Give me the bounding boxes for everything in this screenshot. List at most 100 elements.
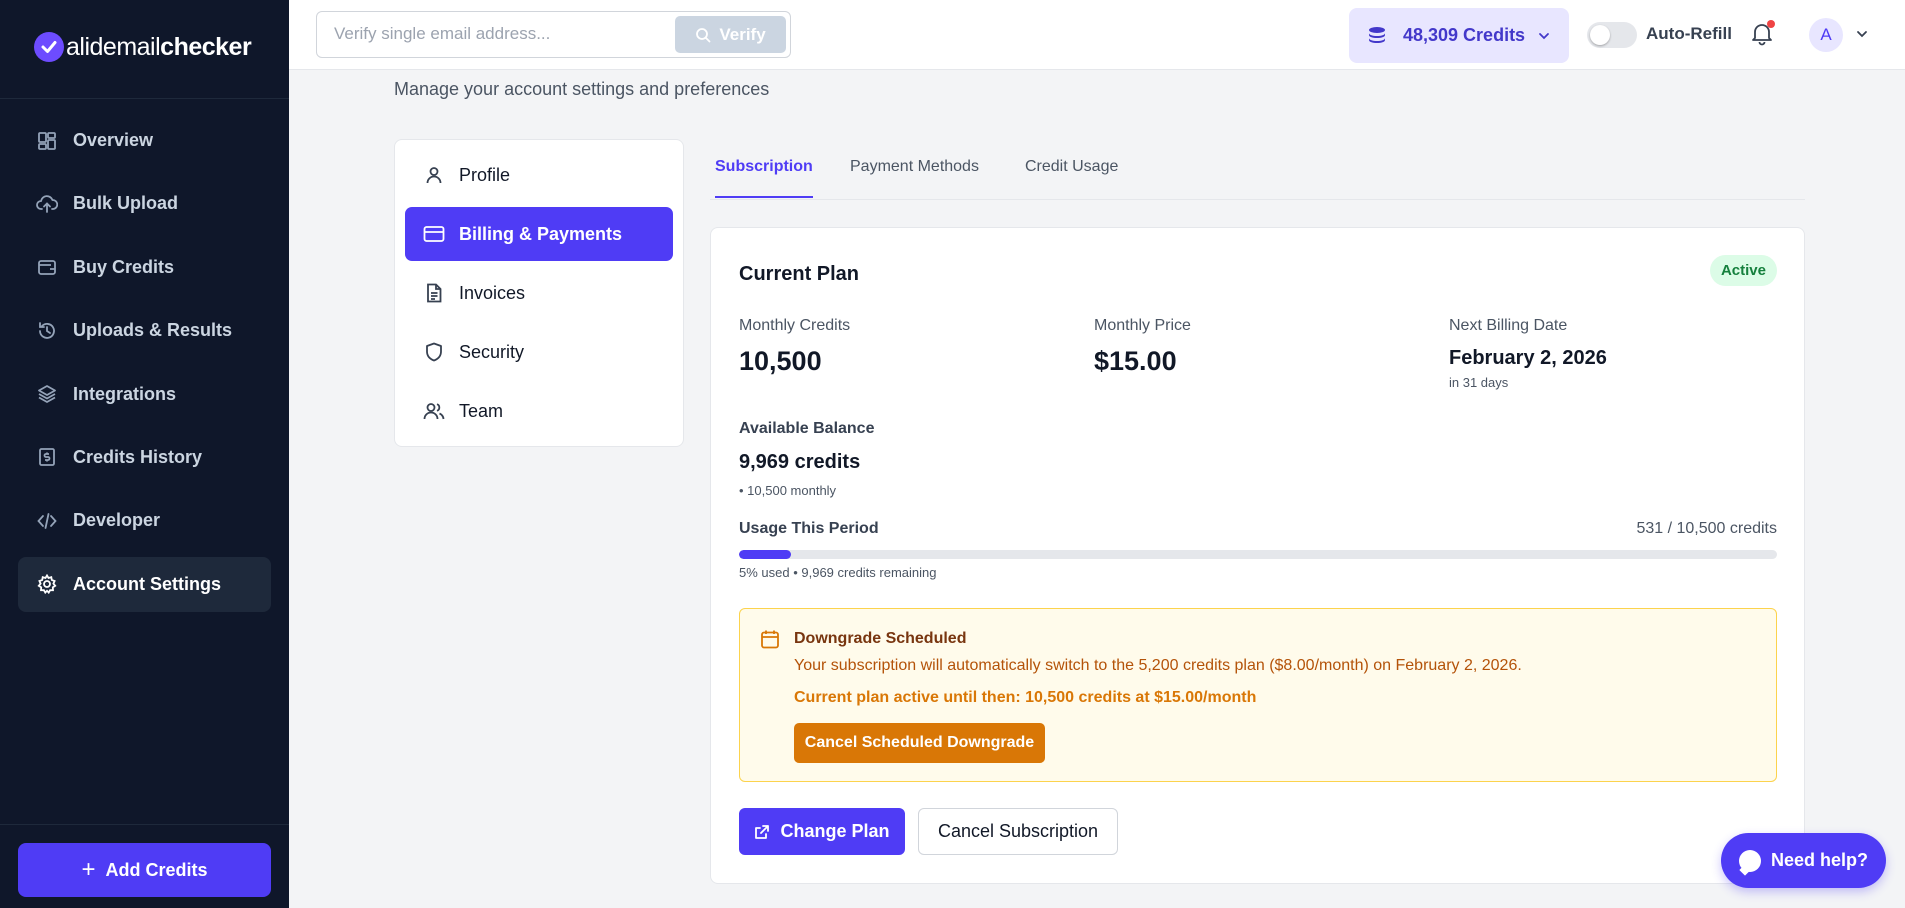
monthly-credits-value: 10,500 — [739, 346, 822, 376]
monthly-credits-label: Monthly Credits — [739, 317, 851, 334]
notification-dot — [1767, 20, 1775, 28]
next-billing-date: February 2, 2026 — [1449, 347, 1607, 369]
logo[interactable]: alidemail checker — [34, 32, 252, 62]
user-icon — [423, 164, 445, 186]
verify-button[interactable]: Verify — [675, 16, 786, 53]
usage-sub: 5% used • 9,969 credits remaining — [739, 565, 937, 580]
sidebar-item-bulk-upload[interactable]: Bulk Upload — [18, 176, 271, 231]
avatar[interactable]: A — [1809, 18, 1843, 52]
chat-bubble-icon — [1739, 849, 1761, 872]
auto-refill-toggle[interactable] — [1587, 22, 1637, 48]
settings-item-label: Team — [459, 400, 504, 421]
next-billing-label: Next Billing Date — [1449, 317, 1568, 334]
notifications-bell-icon[interactable] — [1749, 20, 1777, 48]
wallet-icon — [36, 256, 58, 278]
settings-item-billing[interactable]: Billing & Payments — [405, 207, 673, 261]
external-link-icon — [755, 824, 770, 839]
change-plan-button[interactable]: Change Plan — [739, 808, 905, 855]
sidebar-item-label: Integrations — [73, 383, 177, 404]
current-plan-card: Current Plan Active Monthly Credits 10,5… — [710, 227, 1805, 884]
credits-balance: 48,309 Credits — [1403, 25, 1526, 45]
add-credits-button[interactable]: + Add Credits — [18, 843, 271, 897]
page-subtitle: Manage your account settings and prefere… — [394, 79, 770, 99]
cancel-subscription-button[interactable]: Cancel Subscription — [918, 808, 1118, 855]
sidebar-divider — [0, 824, 289, 825]
usage-count: 531 / 10,500 credits — [1636, 520, 1777, 537]
receipt-icon — [36, 446, 58, 468]
settings-item-label: Invoices — [459, 282, 526, 303]
tab-credit-usage[interactable]: Credit Usage — [1025, 158, 1118, 196]
sidebar-item-uploads-results[interactable]: Uploads & Results — [18, 303, 271, 358]
card-title: Current Plan — [739, 263, 860, 285]
help-label: Need help? — [1771, 850, 1869, 870]
code-icon — [36, 510, 58, 532]
billing-tabs: Subscription Payment Methods Credit Usag… — [710, 150, 1805, 200]
settings-item-invoices[interactable]: Invoices — [405, 266, 673, 320]
alert-text: Your subscription will automatically swi… — [794, 657, 1522, 674]
email-verify-input[interactable] — [334, 24, 664, 44]
usage-progress-fill — [739, 550, 791, 559]
calendar-icon — [761, 630, 779, 649]
sidebar-divider — [0, 98, 289, 99]
sidebar-item-label: Buy Credits — [73, 256, 175, 277]
tab-subscription[interactable]: Subscription — [715, 158, 813, 198]
search-icon — [696, 27, 711, 42]
settings-item-team[interactable]: Team — [405, 384, 673, 438]
sidebar-item-account-settings[interactable]: Account Settings — [18, 556, 271, 612]
settings-item-label: Profile — [459, 164, 511, 185]
layers-icon — [36, 383, 58, 405]
change-plan-label: Change Plan — [780, 821, 890, 841]
add-credits-label: Add Credits — [105, 859, 208, 880]
balance-sub: • 10,500 monthly — [739, 483, 837, 498]
gear-icon — [36, 573, 58, 595]
balance-label: Available Balance — [739, 420, 875, 437]
history-icon — [36, 320, 58, 342]
sidebar-item-overview[interactable]: Overview — [18, 113, 271, 168]
balance-value: 9,969 credits — [739, 451, 861, 473]
sidebar-item-label: Bulk Upload — [73, 193, 179, 214]
usage-label: Usage This Period — [739, 520, 879, 537]
status-badge: Active — [1709, 255, 1777, 286]
sidebar-item-label: Account Settings — [73, 573, 222, 594]
search-box: Verify — [316, 11, 791, 58]
checkmark-logo-icon — [34, 32, 64, 62]
logo-text-bold: checker — [160, 32, 252, 61]
grid-icon — [36, 130, 58, 152]
sidebar-item-developer[interactable]: Developer — [18, 493, 271, 548]
users-icon — [423, 400, 445, 422]
sidebar-item-buy-credits[interactable]: Buy Credits — [18, 240, 271, 295]
settings-item-label: Security — [459, 341, 525, 362]
sidebar-item-integrations[interactable]: Integrations — [18, 367, 271, 422]
document-icon — [423, 282, 445, 304]
credits-dropdown[interactable]: 48,309 Credits — [1349, 8, 1569, 63]
settings-item-label: Billing & Payments — [459, 223, 623, 244]
sidebar-item-label: Credits History — [73, 446, 203, 467]
verify-label: Verify — [719, 24, 766, 44]
coins-icon — [1369, 26, 1385, 43]
tab-payment-methods[interactable]: Payment Methods — [850, 158, 979, 196]
settings-menu: Profile Billing & Payments Invoices Secu… — [394, 139, 684, 447]
cloud-upload-icon — [36, 193, 58, 215]
sidebar-item-label: Uploads & Results — [73, 320, 233, 341]
downgrade-alert: Downgrade Scheduled Your subscription wi… — [739, 608, 1777, 782]
settings-item-profile[interactable]: Profile — [405, 148, 673, 202]
plus-icon: + — [81, 856, 96, 883]
chevron-down-icon — [1539, 32, 1549, 39]
credit-card-icon — [423, 223, 445, 245]
help-chat-button[interactable]: Need help? — [1721, 833, 1886, 888]
cancel-downgrade-button[interactable]: Cancel Scheduled Downgrade — [794, 723, 1045, 763]
alert-title: Downgrade Scheduled — [794, 630, 967, 647]
sidebar-nav: Overview Bulk Upload Buy Credits Uploads… — [18, 113, 271, 620]
auto-refill-label: Auto-Refill — [1646, 24, 1732, 43]
chevron-down-icon[interactable] — [1855, 27, 1869, 41]
toggle-knob — [1590, 25, 1610, 45]
sidebar-item-label: Developer — [73, 510, 161, 531]
alert-current-plan: Current plan active until then: 10,500 c… — [794, 689, 1257, 706]
settings-item-security[interactable]: Security — [405, 325, 673, 379]
usage-progress-bar — [739, 550, 1777, 559]
logo-text-light: alidemail — [66, 32, 161, 61]
next-billing-relative: in 31 days — [1449, 375, 1509, 390]
topbar: Verify 48,309 Credits Auto-Refill A — [289, 0, 1905, 70]
sidebar-item-credits-history[interactable]: Credits History — [18, 430, 271, 485]
monthly-price-label: Monthly Price — [1094, 317, 1191, 334]
